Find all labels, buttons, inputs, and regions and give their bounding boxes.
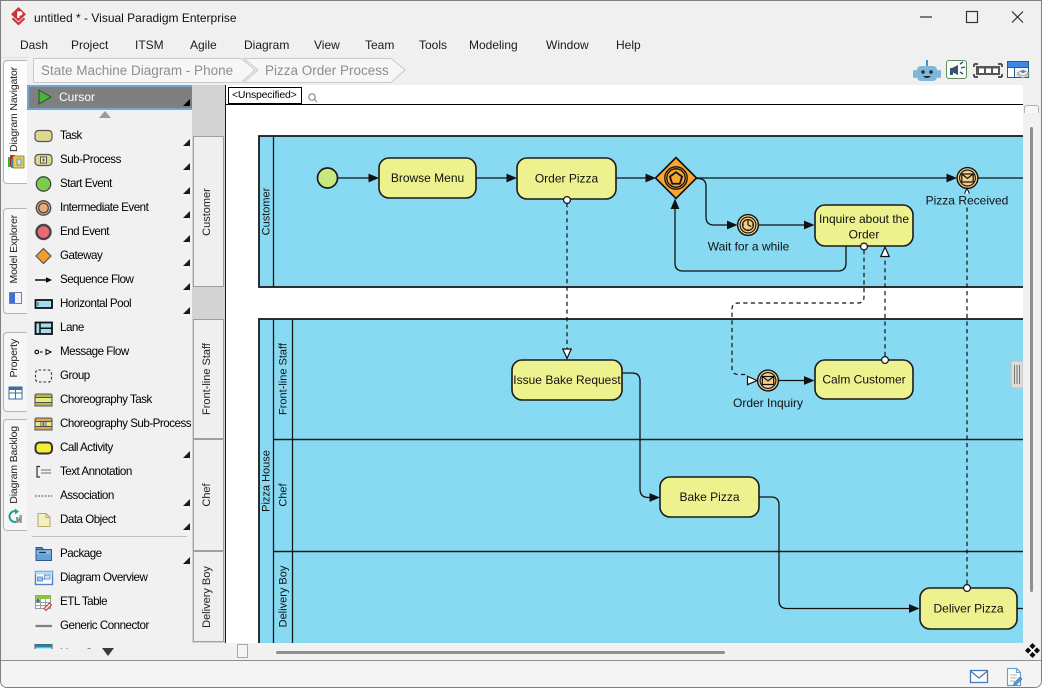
svg-text:Pizza Received: Pizza Received (926, 194, 1009, 208)
svg-text:Deliver Pizza: Deliver Pizza (933, 602, 1003, 616)
svg-text:Calm Customer: Calm Customer (822, 373, 905, 387)
svg-text:Chef: Chef (277, 482, 289, 506)
svg-text:State Machine Diagram - Phone: State Machine Diagram - Phone (41, 63, 233, 78)
svg-text:Order: Order (849, 228, 880, 242)
svg-text:Order Pizza: Order Pizza (535, 172, 599, 186)
svg-text:Customer: Customer (260, 187, 272, 235)
svg-text:Issue Bake Request: Issue Bake Request (513, 373, 621, 387)
svg-text:Delivery Boy: Delivery Boy (277, 565, 289, 627)
svg-text:Browse Menu: Browse Menu (391, 171, 464, 185)
svg-text:Pizza Order Process: Pizza Order Process (265, 63, 389, 78)
svg-text:Inquire about the: Inquire about the (819, 212, 909, 226)
svg-text:Front-line Staff: Front-line Staff (277, 342, 289, 415)
svg-text:Bake Pizza: Bake Pizza (679, 490, 739, 504)
svg-text:Wait for a while: Wait for a while (708, 240, 790, 254)
svg-text:Order Inquiry: Order Inquiry (733, 396, 803, 410)
svg-text:Pizza House: Pizza House (260, 450, 272, 512)
